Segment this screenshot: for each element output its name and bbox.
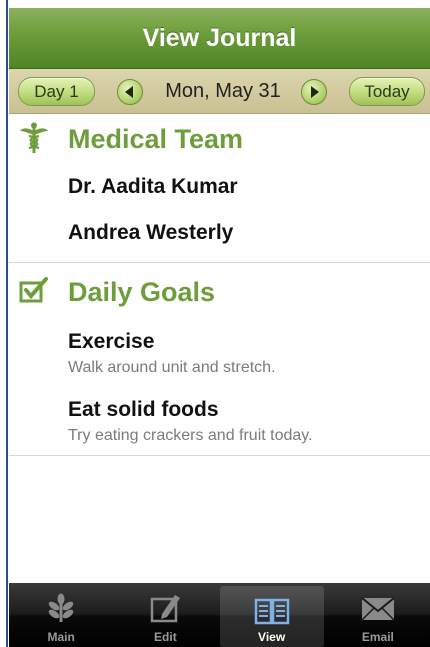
tab-label: Main [47, 630, 75, 644]
section-divider [9, 262, 430, 263]
medical-team-header: Medical Team [9, 114, 430, 164]
date-navigation-bar: Day 1 Mon, May 31 Today [9, 69, 430, 114]
navigation-bar: View Journal [9, 8, 430, 69]
chevron-left-icon [125, 86, 133, 98]
tab-label: View [258, 630, 286, 644]
goal-description: Try eating crackers and fruit today. [68, 427, 313, 444]
tab-main[interactable]: Main [9, 583, 113, 647]
daily-goals-header: Daily Goals [9, 267, 430, 317]
plant-icon [48, 593, 74, 622]
team-member: Andrea Westerly [68, 221, 234, 244]
goal-item: Exercise Walk around unit and stretch. [9, 327, 430, 379]
previous-day-button[interactable] [117, 79, 143, 105]
tab-bar: Main Edit View Email [9, 583, 430, 647]
medical-team-title: Medical Team [68, 124, 244, 154]
daily-goals-title: Daily Goals [68, 277, 216, 307]
book-icon [254, 598, 289, 625]
team-member: Dr. Aadita Kumar [68, 175, 238, 198]
tab-label: Email [361, 630, 394, 644]
goal-item: Eat solid foods Try eating crackers and … [9, 395, 430, 447]
page-title: View Journal [142, 23, 297, 52]
goal-title: Eat solid foods [68, 398, 219, 421]
next-day-button[interactable] [301, 79, 327, 105]
caduceus-icon [20, 122, 48, 153]
current-date: Mon, May 31 [165, 80, 281, 102]
window-edge [0, 0, 9, 647]
goal-title: Exercise [68, 330, 155, 353]
day-1-button[interactable]: Day 1 [18, 77, 95, 106]
goal-description: Walk around unit and stretch. [68, 359, 276, 376]
tab-edit[interactable]: Edit [113, 583, 217, 647]
tab-label: Edit [154, 630, 177, 644]
section-divider [9, 455, 430, 456]
tab-email[interactable]: Email [326, 583, 430, 647]
today-button[interactable]: Today [349, 77, 425, 106]
tab-view[interactable]: View [219, 586, 324, 647]
journal-content: Medical Team Dr. Aadita Kumar Andrea Wes… [9, 114, 430, 456]
chevron-right-icon [311, 86, 319, 98]
envelope-icon [361, 597, 395, 621]
checkbox-icon [19, 277, 48, 303]
edit-icon [151, 595, 181, 623]
